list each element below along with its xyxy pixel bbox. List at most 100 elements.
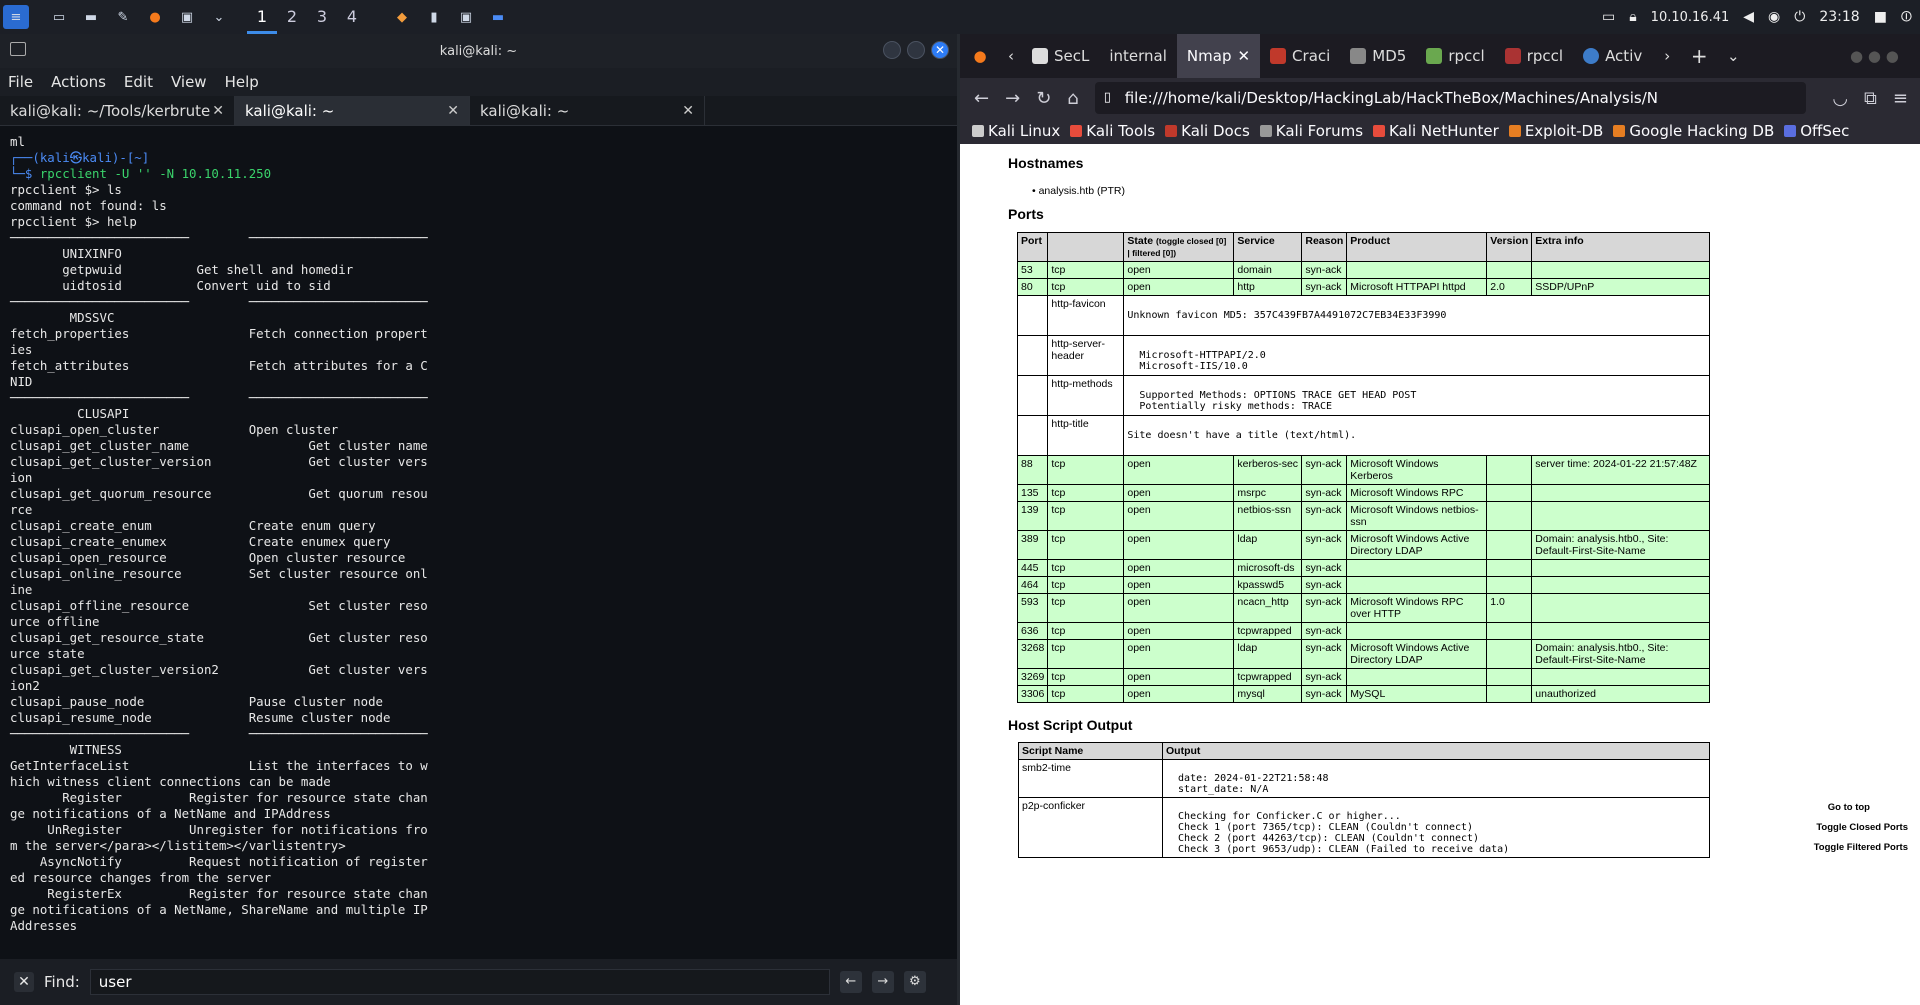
browser-tab-internal[interactable]: internal <box>1099 34 1177 78</box>
cell-extra <box>1531 261 1710 279</box>
workspace-3[interactable]: 3 <box>307 0 337 34</box>
bookmark-google-hacking-db[interactable]: Google Hacking DB <box>1613 122 1774 140</box>
bookmark-offsec[interactable]: OffSec <box>1784 122 1849 140</box>
menu-edit[interactable]: Edit <box>124 73 153 91</box>
find-next-button[interactable]: → <box>871 971 894 993</box>
terminal-line: ine <box>10 582 33 597</box>
toggle-filtered-ports-link[interactable]: Toggle Filtered Ports <box>1814 842 1908 853</box>
kali-menu-icon[interactable]: ≡ <box>3 5 29 29</box>
port-row: 3306 tcp open mysql syn-ack MySQL unauthorized <box>1016 685 1710 703</box>
menu-help[interactable]: Help <box>225 73 259 91</box>
text-editor-icon[interactable]: ✎ <box>110 5 136 29</box>
browser-tab-secl[interactable]: SecL <box>1022 34 1099 78</box>
bookmark-kali-tools[interactable]: Kali Tools <box>1070 122 1155 140</box>
nmap-report-page[interactable]: Hostnames • analysis.htb (PTR) Ports Por… <box>960 152 1920 1005</box>
workspace-4[interactable]: 4 <box>337 0 367 34</box>
url-bar[interactable]: ▯ file:///home/kali/Desktop/HackingLab/Ha… <box>1094 82 1807 114</box>
logout-icon[interactable]: ⏼ <box>1901 9 1912 25</box>
cell-state: open <box>1123 530 1235 560</box>
pocket-icon[interactable]: ◡ <box>1832 88 1848 109</box>
terminal-titlebar[interactable]: kali@kali: ~ ✕ <box>0 34 957 68</box>
go-to-top-link[interactable]: Go to top <box>1828 802 1870 813</box>
clock[interactable]: 23:18 <box>1819 9 1859 25</box>
close-icon[interactable]: ✕ <box>682 103 694 119</box>
browser-tab-nmap[interactable]: Nmap ✕ <box>1176 34 1261 78</box>
browser-tab-crack[interactable]: Craci <box>1260 34 1340 78</box>
bookmark-kali-nethunter[interactable]: Kali NetHunter <box>1373 122 1499 140</box>
terminal-line: WITNESS <box>10 742 122 757</box>
new-tab-icon[interactable]: + <box>1682 44 1716 68</box>
firefox-icon[interactable]: ● <box>142 5 168 29</box>
tab-scroll-left-icon[interactable]: ‹ <box>1000 47 1022 65</box>
tab-label: kali@kali: ~ <box>480 101 570 120</box>
terminal-icon[interactable]: ▣ <box>174 5 200 29</box>
cell-port: 3268 <box>1016 639 1049 669</box>
back-icon[interactable]: ← <box>974 88 989 109</box>
cell-proto: tcp <box>1047 559 1125 577</box>
browser-tab-md5[interactable]: MD5 <box>1340 34 1416 78</box>
terminal-tab-kerbrute[interactable]: kali@kali: ~/Tools/kerbrute ✕ <box>0 96 235 125</box>
cell-port: 445 <box>1016 559 1049 577</box>
menu-icon[interactable]: ≡ <box>1893 88 1908 109</box>
browser-tab-activ[interactable]: Activ <box>1573 34 1652 78</box>
list-tabs-icon[interactable]: ⌄ <box>1716 47 1750 65</box>
cell-product: Microsoft Windows netbios-ssn <box>1346 501 1488 531</box>
close-tab-icon[interactable]: ✕ <box>1237 47 1250 65</box>
lock-icon[interactable]: ■ <box>1874 9 1887 25</box>
folder-icon[interactable]: ▬ <box>78 5 104 29</box>
close-find-icon[interactable]: ✕ <box>14 972 34 992</box>
display-icon[interactable]: ▭ <box>1602 9 1615 25</box>
browser-tab-rpccl-1[interactable]: rpccl <box>1416 34 1494 78</box>
extensions-icon[interactable]: ⧉ <box>1864 88 1877 109</box>
close-icon[interactable]: ✕ <box>447 103 459 119</box>
window-controls[interactable]: ● ● ● <box>1850 47 1920 65</box>
terminal-line: clusapi_create_enum Create enum query <box>10 518 376 533</box>
hostnames-heading: Hostnames <box>1008 155 1084 171</box>
minimize-button[interactable] <box>883 41 901 59</box>
close-icon[interactable]: ✕ <box>212 103 224 119</box>
power-icon[interactable]: ⏻ <box>1794 9 1805 25</box>
reload-icon[interactable]: ↻ <box>1036 88 1051 109</box>
terminal-task-icon[interactable]: ▣ <box>453 5 479 29</box>
terminal-tab-home[interactable]: kali@kali: ~ ✕ <box>470 96 705 125</box>
burp-icon[interactable]: ◆ <box>389 5 415 29</box>
folder-task-icon[interactable]: ▬ <box>485 5 511 29</box>
workspace-1[interactable]: 1 <box>247 0 277 34</box>
terminal-output[interactable]: ml ┌──(kali㉿kali)-[~] └─$ rpcclient -U '' … <box>0 126 957 958</box>
browser-tab-rpccl-2[interactable]: rpccl <box>1495 34 1573 78</box>
col-reason: Reason <box>1301 232 1348 262</box>
find-previous-button[interactable]: ← <box>839 971 862 993</box>
workspace-2[interactable]: 2 <box>277 0 307 34</box>
terminal-line: ml <box>10 134 25 149</box>
menu-file[interactable]: File <box>8 73 33 91</box>
cell-service: domain <box>1233 261 1303 279</box>
find-options-button[interactable]: ⚙ <box>903 971 926 993</box>
tab-scroll-right-icon[interactable]: › <box>1652 47 1682 65</box>
bookmark-kali-docs[interactable]: Kali Docs <box>1165 122 1250 140</box>
lock-network-icon[interactable]: 🔒︎ <box>1629 9 1636 25</box>
document-icon[interactable]: ▮ <box>421 5 447 29</box>
find-input[interactable]: user <box>89 969 830 995</box>
bookmark-kali-linux[interactable]: Kali Linux <box>972 122 1060 140</box>
cell-extra <box>1531 576 1710 594</box>
cell-service: tcpwrapped <box>1233 668 1303 686</box>
cell-reason: syn-ack <box>1301 593 1348 623</box>
desktop-icon[interactable]: ▭ <box>46 5 72 29</box>
chevron-down-icon[interactable]: ⌄ <box>206 5 232 29</box>
menu-actions[interactable]: Actions <box>51 73 106 91</box>
bookmark-kali-forums[interactable]: Kali Forums <box>1259 122 1363 140</box>
firefox-view-icon[interactable]: ● <box>960 47 1000 65</box>
notification-icon[interactable]: ◉ <box>1768 9 1780 25</box>
volume-icon[interactable]: ◀ <box>1743 9 1754 25</box>
close-button[interactable]: ✕ <box>931 41 949 59</box>
terminal-tab-home-active[interactable]: kali@kali: ~ ✕ <box>235 96 470 125</box>
toggle-closed-ports-link[interactable]: Toggle Closed Ports <box>1816 822 1908 833</box>
ip-address[interactable]: 10.10.16.41 <box>1651 10 1730 25</box>
menu-view[interactable]: View <box>171 73 207 91</box>
maximize-button[interactable] <box>907 41 925 59</box>
terminal-line: clusapi_get_cluster_version2 Get cluster… <box>10 662 428 677</box>
forward-icon[interactable]: → <box>1005 88 1020 109</box>
home-icon[interactable]: ⌂ <box>1067 88 1078 109</box>
bookmark-exploit-db[interactable]: Exploit-DB <box>1508 122 1603 140</box>
port-row: 139 tcp open netbios-ssn syn-ack Microsoft Wi… <box>1016 501 1710 531</box>
